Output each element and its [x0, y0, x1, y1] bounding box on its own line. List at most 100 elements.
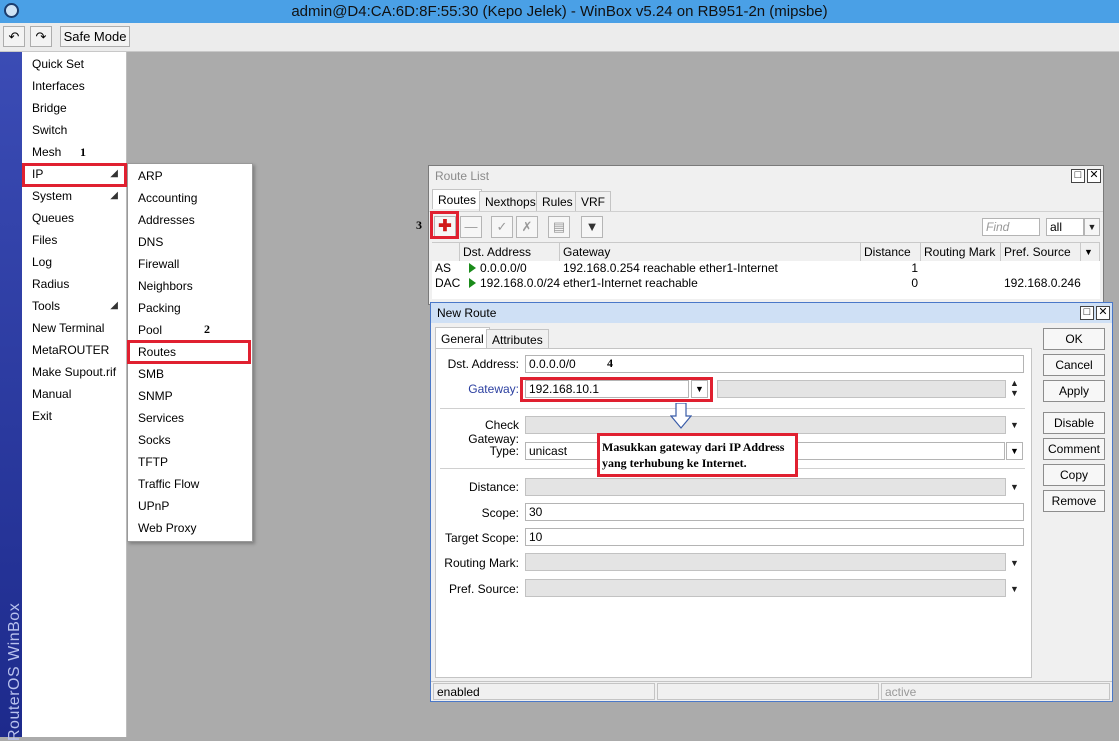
- type-dropdown-icon[interactable]: ▼: [1006, 442, 1023, 460]
- gateway-second-input[interactable]: [717, 380, 1006, 398]
- tab-routes[interactable]: Routes: [432, 189, 483, 209]
- column-routing-mark[interactable]: Routing Mark: [921, 243, 1001, 261]
- menu-item-log[interactable]: Log: [22, 251, 126, 273]
- menu-item-switch[interactable]: Switch: [22, 119, 126, 141]
- menu-item-system-label: System: [32, 189, 73, 203]
- menu-item-system[interactable]: System ◢: [22, 185, 126, 207]
- find-input[interactable]: Find: [982, 218, 1040, 236]
- menu-item-tools-label: Tools: [32, 299, 61, 313]
- submenu-item-addresses[interactable]: Addresses: [128, 209, 252, 231]
- close-icon[interactable]: ✕: [1096, 306, 1110, 320]
- disable-button[interactable]: Disable: [1043, 412, 1105, 434]
- menu-item-tools[interactable]: Tools ◢: [22, 295, 126, 317]
- menu-item-manual[interactable]: Manual: [22, 383, 126, 405]
- menu-item-queues[interactable]: Queues: [22, 207, 126, 229]
- pref-source-dropdown-icon[interactable]: ▼: [1010, 584, 1019, 594]
- menu-item-quick-set[interactable]: Quick Set: [22, 53, 126, 75]
- submenu-item-pool[interactable]: Pool: [128, 319, 252, 341]
- dst-address-label: Dst. Address:: [447, 357, 519, 371]
- filter-select[interactable]: all: [1046, 218, 1084, 236]
- submenu-item-firewall[interactable]: Firewall: [128, 253, 252, 275]
- step-4-marker: 4: [607, 356, 613, 370]
- submenu-item-upnp[interactable]: UPnP: [128, 495, 252, 517]
- remove-button[interactable]: Remove: [1043, 490, 1105, 512]
- columns-menu-icon[interactable]: ▼: [1081, 243, 1100, 261]
- tab-attributes[interactable]: Attributes: [486, 329, 549, 349]
- submenu-item-web-proxy[interactable]: Web Proxy: [128, 517, 252, 539]
- active-route-icon: [469, 263, 476, 273]
- copy-button[interactable]: Copy: [1043, 464, 1105, 486]
- disable-button[interactable]: ✗: [516, 216, 538, 238]
- routing-mark-dropdown-icon[interactable]: ▼: [1010, 558, 1019, 568]
- close-icon[interactable]: ✕: [1087, 169, 1101, 183]
- submenu-item-services[interactable]: Services: [128, 407, 252, 429]
- gateway-updown-icon[interactable]: ▲ ▼: [1010, 378, 1019, 398]
- tab-general[interactable]: General: [435, 327, 490, 349]
- submenu-item-tftp[interactable]: TFTP: [128, 451, 252, 473]
- menu-item-bridge[interactable]: Bridge: [22, 97, 126, 119]
- column-pref-source[interactable]: Pref. Source: [1001, 243, 1081, 261]
- tab-rules[interactable]: Rules: [536, 191, 579, 211]
- menu-item-new-terminal[interactable]: New Terminal: [22, 317, 126, 339]
- tab-vrf[interactable]: VRF: [575, 191, 611, 211]
- check-gateway-dropdown-icon[interactable]: ▼: [1010, 420, 1019, 430]
- row-gateway: 192.168.0.254 reachable ether1-Internet: [563, 261, 778, 275]
- check-gateway-label: Check Gateway:: [468, 418, 519, 446]
- gateway-callout: Masukkan gateway dari IP Address yang te…: [597, 433, 798, 477]
- new-route-title: New Route: [431, 303, 1112, 323]
- table-row[interactable]: DAC 192.168.0.0/24 ether1-Internet reach…: [432, 276, 1100, 291]
- maximize-icon[interactable]: □: [1071, 169, 1085, 183]
- distance-dropdown-icon[interactable]: ▼: [1010, 482, 1019, 492]
- column-distance[interactable]: Distance: [861, 243, 921, 261]
- submenu-item-dns[interactable]: DNS: [128, 231, 252, 253]
- column-flags[interactable]: [432, 243, 460, 261]
- table-row[interactable]: AS 0.0.0.0/0 192.168.0.254 reachable eth…: [432, 261, 1100, 276]
- submenu-item-snmp[interactable]: SNMP: [128, 385, 252, 407]
- menu-item-exit[interactable]: Exit: [22, 405, 126, 427]
- menu-item-radius[interactable]: Radius: [22, 273, 126, 295]
- safe-mode-button[interactable]: Safe Mode: [60, 26, 130, 47]
- distance-input[interactable]: [525, 478, 1006, 496]
- remove-button[interactable]: —: [460, 216, 482, 238]
- redo-button[interactable]: ↷: [30, 26, 52, 47]
- cancel-button[interactable]: Cancel: [1043, 354, 1105, 376]
- column-gateway[interactable]: Gateway: [560, 243, 861, 261]
- menu-item-interfaces[interactable]: Interfaces: [22, 75, 126, 97]
- check-gateway-select[interactable]: [525, 416, 1006, 434]
- submenu-item-accounting[interactable]: Accounting: [128, 187, 252, 209]
- redo-icon: ↷: [35, 29, 47, 44]
- menu-item-mesh[interactable]: Mesh: [22, 141, 126, 163]
- highlight-routes: [127, 340, 251, 364]
- submenu-item-arp[interactable]: ARP: [128, 165, 252, 187]
- pref-source-select[interactable]: [525, 579, 1006, 597]
- routing-mark-select[interactable]: [525, 553, 1006, 571]
- callout-line-2: yang terhubung ke Internet.: [602, 456, 747, 470]
- comment-button[interactable]: ▤: [548, 216, 570, 238]
- apply-button[interactable]: Apply: [1043, 380, 1105, 402]
- submenu-item-smb[interactable]: SMB: [128, 363, 252, 385]
- status-bar: enabled active: [431, 681, 1112, 702]
- ok-button[interactable]: OK: [1043, 328, 1105, 350]
- submenu-item-socks[interactable]: Socks: [128, 429, 252, 451]
- table-header: Dst. Address Gateway Distance Routing Ma…: [432, 242, 1100, 262]
- menu-item-metarouter[interactable]: MetaROUTER: [22, 339, 126, 361]
- filter-dropdown-icon[interactable]: ▼: [1084, 218, 1100, 236]
- menu-item-files[interactable]: Files: [22, 229, 126, 251]
- menu-item-make-supout[interactable]: Make Supout.rif: [22, 361, 126, 383]
- dst-address-input[interactable]: 0.0.0.0/0: [525, 355, 1024, 373]
- enable-button[interactable]: ✓: [491, 216, 513, 238]
- target-scope-input[interactable]: 10: [525, 528, 1024, 546]
- submenu-item-packing[interactable]: Packing: [128, 297, 252, 319]
- submenu-item-traffic-flow[interactable]: Traffic Flow: [128, 473, 252, 495]
- submenu-item-neighbors[interactable]: Neighbors: [128, 275, 252, 297]
- cross-icon: ✗: [521, 219, 533, 234]
- maximize-icon[interactable]: □: [1080, 306, 1094, 320]
- row-flags: AS: [435, 261, 452, 275]
- scope-input[interactable]: 30: [525, 503, 1024, 521]
- down-arrow-icon: [670, 403, 692, 429]
- comment-button[interactable]: Comment: [1043, 438, 1105, 460]
- column-dst-address[interactable]: Dst. Address: [460, 243, 560, 261]
- tab-nexthops[interactable]: Nexthops: [479, 191, 542, 211]
- undo-button[interactable]: ↶: [3, 26, 25, 47]
- filter-button[interactable]: ▼: [581, 216, 603, 238]
